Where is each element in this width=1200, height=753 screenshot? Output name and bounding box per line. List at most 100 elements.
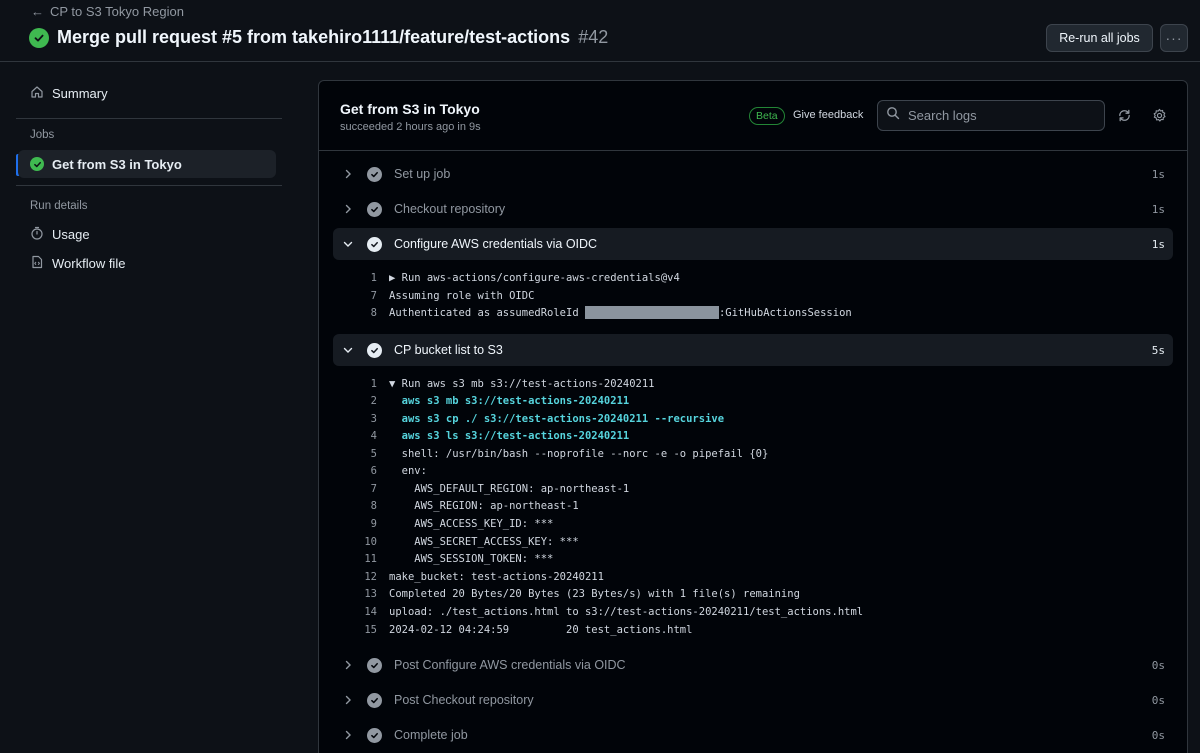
sidebar-item-job[interactable]: Get from S3 in Tokyo — [18, 150, 276, 178]
sidebar-item-usage[interactable]: Usage — [18, 220, 276, 248]
give-feedback-link[interactable]: Give feedback — [793, 109, 863, 121]
step-name: Post Configure AWS credentials via OIDC — [394, 658, 626, 672]
log-text: shell: /usr/bin/bash --noprofile --norc … — [389, 447, 769, 460]
log-line[interactable]: 1 ▼ Run aws s3 mb s3://test-actions-20240… — [333, 375, 1173, 393]
log-line[interactable]: 1 ▶ Run aws-actions/configure-aws-credent… — [333, 269, 1173, 287]
log-command: aws s3 mb s3://test-actions-20240211 — [389, 394, 630, 407]
line-number: 12 — [364, 570, 377, 583]
chevron-right-icon — [341, 169, 355, 179]
log-line: 8 AWS_REGION: ap-northeast-1 — [333, 497, 1173, 515]
line-number: 7 — [370, 289, 377, 302]
step-name: Configure AWS credentials via OIDC — [394, 237, 598, 251]
log-line: 10 AWS_SECRET_ACCESS_KEY: *** — [333, 533, 1173, 551]
stopwatch-icon — [30, 226, 44, 243]
log-text: ▶ Run aws-actions/configure-aws-credenti… — [389, 271, 680, 284]
job-log-header: Get from S3 in Tokyo succeeded 2 hours a… — [319, 81, 1187, 151]
sidebar-item-label: Usage — [52, 226, 90, 242]
run-number: #42 — [578, 27, 609, 47]
step-name: Set up job — [394, 167, 451, 181]
log-text: AWS_REGION: ap-northeast-1 — [389, 499, 579, 512]
log-line: 14 upload: ./test_actions.html to s3://te… — [333, 603, 1173, 621]
job-status: succeeded 2 hours ago in 9s — [340, 121, 481, 133]
back-link[interactable]: ← CP to S3 Tokyo Region — [31, 4, 184, 19]
line-number: 9 — [370, 517, 377, 530]
line-number: 8 — [370, 499, 377, 512]
line-number: 2 — [370, 394, 377, 407]
log-command: aws s3 cp ./ s3://test-actions-20240211 … — [389, 412, 725, 425]
job-title: Get from S3 in Tokyo — [340, 101, 480, 117]
step-name: Post Checkout repository — [394, 693, 534, 707]
jobs-heading: Jobs — [30, 129, 55, 141]
line-number: 3 — [370, 412, 377, 425]
page-title: Merge pull request #5 from takehiro1111/… — [57, 27, 571, 47]
log-line: 12 make_bucket: test-actions-20240211 — [333, 568, 1173, 586]
step-post-checkout[interactable]: Post Checkout repository 0s — [333, 684, 1173, 716]
search-logs-input[interactable] — [908, 108, 1088, 123]
log-text: AWS_ACCESS_KEY_ID: *** — [389, 517, 554, 530]
sidebar-divider — [16, 118, 282, 119]
search-icon — [886, 106, 900, 125]
step-checkout-repository[interactable]: Checkout repository 1s — [333, 193, 1173, 225]
run-title-row: Merge pull request #5 from takehiro1111/… — [29, 27, 608, 48]
step-set-up-job[interactable]: Set up job 1s — [333, 158, 1173, 190]
gear-icon[interactable] — [1150, 106, 1168, 124]
search-logs-field[interactable] — [877, 100, 1105, 131]
log-text: Authenticated as assumedRoleId — [389, 306, 585, 319]
chevron-down-icon — [341, 239, 355, 249]
line-number: 6 — [370, 464, 377, 477]
chevron-right-icon — [341, 660, 355, 670]
log-line: 13 Completed 20 Bytes/20 Bytes (23 Bytes/… — [333, 585, 1173, 603]
back-link-label: CP to S3 Tokyo Region — [50, 4, 184, 19]
step-duration: 1s — [1151, 202, 1165, 216]
log-line: 5 shell: /usr/bin/bash --noprofile --nor… — [333, 445, 1173, 463]
line-number: 11 — [364, 552, 377, 565]
log-line: 6 env: — [333, 462, 1173, 480]
chevron-right-icon — [341, 695, 355, 705]
sidebar-item-summary[interactable]: Summary — [18, 79, 276, 107]
check-circle-icon — [367, 236, 382, 252]
log-text: AWS_DEFAULT_REGION: ap-northeast-1 — [389, 482, 630, 495]
line-number: 4 — [370, 429, 377, 442]
line-number: 10 — [364, 535, 377, 548]
log-line: 7 Assuming role with OIDC — [333, 287, 1173, 305]
check-circle-icon — [367, 342, 382, 358]
step-duration: 0s — [1151, 658, 1165, 672]
line-number: 14 — [364, 605, 377, 618]
line-number: 13 — [364, 587, 377, 600]
refresh-icon[interactable] — [1115, 106, 1133, 124]
sidebar-item-workflow-file[interactable]: Workflow file — [18, 249, 276, 277]
rerun-all-jobs-button[interactable]: Re-run all jobs — [1046, 24, 1153, 52]
success-check-icon — [30, 157, 44, 171]
log-line: 8 Authenticated as assumedRoleId :GitHubA… — [333, 304, 1173, 322]
home-icon — [30, 85, 44, 102]
beta-badge: Beta — [749, 107, 785, 125]
log-text: ▼ Run aws s3 mb s3://test-actions-202402… — [389, 377, 655, 390]
check-circle-icon — [367, 166, 382, 182]
step-cp-bucket-list[interactable]: CP bucket list to S3 5s — [333, 334, 1173, 366]
step-configure-aws-credentials[interactable]: Configure AWS credentials via OIDC 1s — [333, 228, 1173, 260]
check-circle-icon — [367, 727, 382, 743]
sidebar: Summary Jobs Get from S3 in Tokyo Run de… — [0, 62, 300, 753]
step-duration: 0s — [1151, 693, 1165, 707]
step-duration: 0s — [1151, 728, 1165, 742]
step-duration: 1s — [1151, 237, 1165, 251]
step-post-configure-aws[interactable]: Post Configure AWS credentials via OIDC … — [333, 649, 1173, 681]
chevron-down-icon — [341, 345, 355, 355]
log-text: make_bucket: test-actions-20240211 — [389, 570, 604, 583]
log-line: 7 AWS_DEFAULT_REGION: ap-northeast-1 — [333, 480, 1173, 498]
log-text: AWS_SECRET_ACCESS_KEY: *** — [389, 535, 579, 548]
line-number: 1 — [370, 377, 377, 390]
log-line: 9 AWS_ACCESS_KEY_ID: *** — [333, 515, 1173, 533]
log-text: env: — [389, 464, 427, 477]
sidebar-item-label: Get from S3 in Tokyo — [52, 156, 182, 172]
step-name: Complete job — [394, 728, 468, 742]
check-circle-icon — [367, 657, 382, 673]
log-text: upload: ./test_actions.html to s3://test… — [389, 605, 864, 618]
check-circle-icon — [367, 692, 382, 708]
line-number: 7 — [370, 482, 377, 495]
check-circle-icon — [367, 201, 382, 217]
more-options-button[interactable]: ··· — [1160, 24, 1188, 52]
log-line: 11 AWS_SESSION_TOKEN: *** — [333, 550, 1173, 568]
step-complete-job[interactable]: Complete job 0s — [333, 719, 1173, 751]
step-name: Checkout repository — [394, 202, 506, 216]
